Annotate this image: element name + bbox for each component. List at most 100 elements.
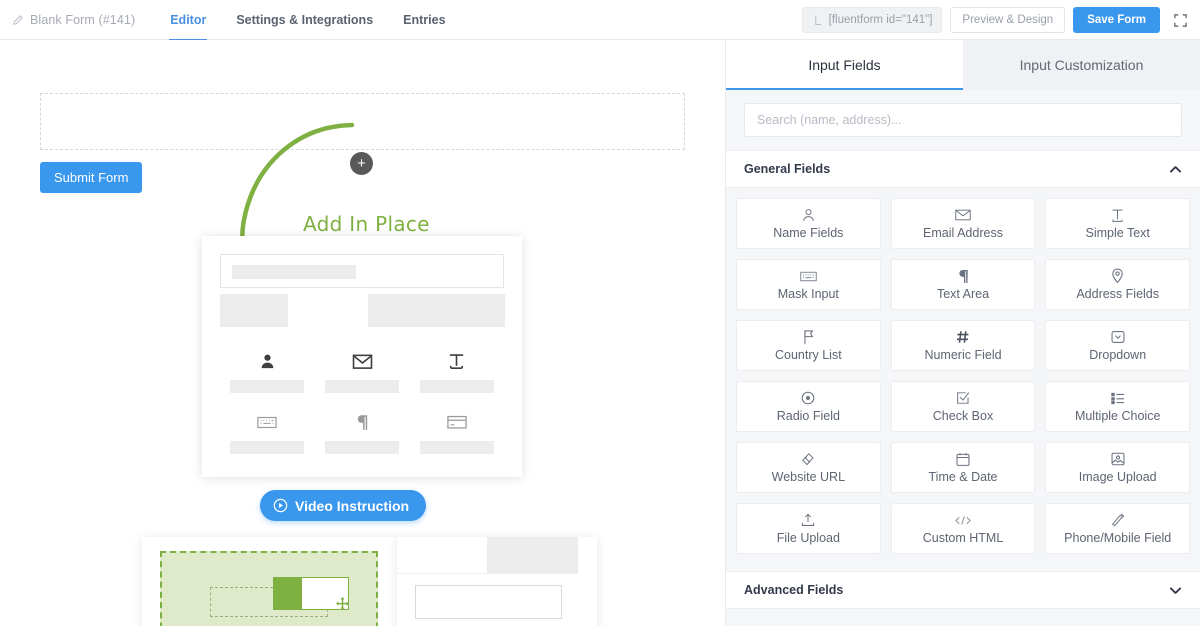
keyboard-icon: [257, 411, 278, 433]
video-instruction-button[interactable]: Video Instruction: [260, 490, 427, 521]
illustration-icon-cell: [315, 411, 410, 454]
tab-entries-label: Entries: [403, 12, 446, 27]
tab-entries[interactable]: Entries: [388, 0, 460, 40]
field-card-label: Multiple Choice: [1074, 408, 1161, 423]
flag-icon: [802, 330, 815, 345]
form-title: Blank Form (#141): [12, 13, 155, 27]
field-card-custom-html[interactable]: Custom HTML: [890, 503, 1036, 554]
field-card-label: Time & Date: [928, 469, 998, 484]
image-icon: [1111, 452, 1125, 467]
upload-icon: [801, 513, 815, 528]
submit-form-button[interactable]: Submit Form: [40, 162, 143, 193]
tab-editor[interactable]: Editor: [155, 0, 221, 41]
pencil-icon: [12, 14, 24, 26]
field-card-image-upload[interactable]: Image Upload: [1045, 442, 1191, 493]
field-card-label: Radio Field: [776, 408, 840, 423]
save-form-label: Save Form: [1087, 14, 1146, 26]
section-header-advanced-fields[interactable]: Advanced Fields: [726, 571, 1200, 609]
section-title-general-fields: General Fields: [744, 162, 831, 176]
illustration-topbar: [220, 254, 504, 288]
map-pin-icon: [1111, 268, 1124, 284]
link-diamond-icon: [801, 452, 815, 467]
field-card-radio-field[interactable]: Radio Field: [736, 381, 881, 432]
preview-head-white: [397, 537, 487, 573]
search-input[interactable]: [744, 103, 1182, 137]
illustration-icon-cell: [409, 350, 504, 393]
field-card-check-box[interactable]: Check Box: [890, 381, 1036, 432]
submit-form-label: Submit Form: [54, 170, 129, 185]
chevron-up-icon: [1169, 163, 1182, 176]
illustration-preview-card: [397, 537, 597, 626]
envelope-icon: [352, 350, 373, 372]
check-square-icon: [956, 391, 970, 406]
field-card-label: Phone/Mobile Field: [1064, 530, 1172, 545]
empty-drop-zone[interactable]: [40, 93, 685, 150]
illustration-band-left: [220, 294, 288, 327]
fullscreen-icon[interactable]: [1173, 13, 1188, 28]
panel-tabs: Input Fields Input Customization: [726, 40, 1200, 90]
field-card-multiple-choice[interactable]: Multiple Choice: [1045, 381, 1191, 432]
illustration-icon-row-1: [220, 350, 504, 393]
field-card-phone-mobile-field[interactable]: Phone/Mobile Field: [1045, 503, 1191, 554]
field-row: Country List Numeric Field Dropdown: [736, 320, 1191, 371]
dropdown-caret-box-icon: [1111, 330, 1125, 345]
illustration-placeholder-line: [230, 441, 305, 454]
illustration-icon-row-2: [220, 411, 504, 454]
form-canvas: Submit Form + Add In Place Video Instruc…: [0, 40, 725, 626]
field-card-country-list[interactable]: Country List: [736, 320, 881, 371]
field-card-label: Text Area: [936, 286, 990, 301]
field-card-text-area[interactable]: Text Area: [890, 259, 1036, 310]
field-card-file-upload[interactable]: File Upload: [736, 503, 881, 554]
field-row: Mask Input Text Area Address Fields: [736, 259, 1191, 310]
field-card-website-url[interactable]: Website URL: [736, 442, 881, 493]
form-builder-app: Blank Form (#141) Editor Settings & Inte…: [0, 0, 1200, 626]
video-instruction-label: Video Instruction: [295, 497, 410, 514]
input-fields-panel: Input Fields Input Customization General…: [725, 40, 1200, 626]
illustration-placeholder-line: [419, 380, 494, 393]
shortcode-field[interactable]: [fluentform id="141"]: [801, 7, 943, 33]
text-type-icon: [447, 350, 466, 372]
illustration-drag-card: [142, 537, 397, 626]
shortcode-value: [fluentform id="141"]: [828, 14, 933, 26]
add-field-plus-button[interactable]: +: [350, 152, 373, 175]
field-card-label: Numeric Field: [924, 347, 1002, 362]
tab-input-fields[interactable]: Input Fields: [726, 40, 963, 90]
paragraph-icon: [957, 269, 970, 284]
field-card-label: Custom HTML: [922, 530, 1004, 545]
field-card-email-address[interactable]: Email Address: [890, 198, 1036, 249]
field-card-label: Simple Text: [1085, 225, 1150, 240]
field-card-dropdown[interactable]: Dropdown: [1045, 320, 1191, 371]
field-card-mask-input[interactable]: Mask Input: [736, 259, 881, 310]
save-form-button[interactable]: Save Form: [1073, 7, 1160, 33]
envelope-outline-icon: [955, 208, 971, 223]
paragraph-icon: [355, 411, 370, 433]
field-card-label: Mask Input: [777, 286, 839, 301]
tab-input-customization-label: Input Customization: [1019, 57, 1144, 73]
section-header-general-fields[interactable]: General Fields: [726, 150, 1200, 188]
field-card-label: Image Upload: [1078, 469, 1157, 484]
tab-input-customization[interactable]: Input Customization: [963, 40, 1200, 90]
field-card-label: Check Box: [932, 408, 994, 423]
phone-signal-icon: [1111, 513, 1125, 528]
field-row: Radio Field Check Box Multiple Choice: [736, 381, 1191, 432]
tab-settings-integrations[interactable]: Settings & Integrations: [221, 0, 388, 40]
illustration-icon-cell: [220, 411, 315, 454]
illustration-placeholder-line: [419, 441, 494, 454]
illustration-placeholder-line: [325, 380, 399, 393]
add-in-place-text: Add In Place: [303, 212, 430, 236]
add-in-place-annotation: Add In Place: [303, 212, 430, 236]
illustration-placeholder-line: [325, 441, 399, 454]
field-card-address-fields[interactable]: Address Fields: [1045, 259, 1191, 310]
illustration-placeholder-line: [230, 380, 305, 393]
hash-icon: [956, 330, 970, 345]
preview-separator: [397, 573, 578, 574]
preview-design-button[interactable]: Preview & Design: [950, 7, 1066, 33]
field-row: Name Fields Email Address Simple Text: [736, 198, 1191, 249]
field-card-label: File Upload: [776, 530, 840, 545]
search-container: [726, 90, 1200, 150]
field-card-simple-text[interactable]: Simple Text: [1045, 198, 1191, 249]
illustration-band-right: [368, 294, 505, 327]
field-card-time-date[interactable]: Time & Date: [890, 442, 1036, 493]
field-card-name-fields[interactable]: Name Fields: [736, 198, 881, 249]
field-card-numeric-field[interactable]: Numeric Field: [890, 320, 1036, 371]
